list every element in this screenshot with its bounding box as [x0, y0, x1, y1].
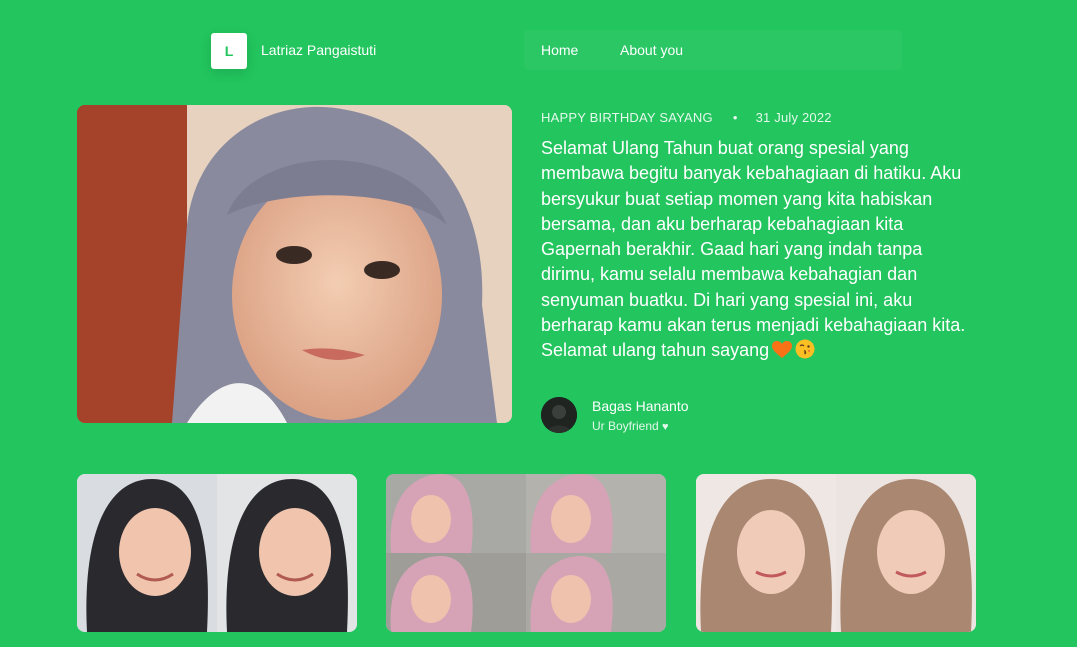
nav-link-about-you[interactable]: About you [620, 42, 683, 58]
post-date: 31 July 2022 [755, 110, 832, 125]
gallery-photo-2[interactable] [386, 474, 666, 632]
author-avatar [541, 397, 577, 433]
nav-link-home[interactable]: Home [541, 42, 578, 58]
main-nav: Home About you [524, 30, 902, 70]
author-role: Ur Boyfriend ♥ [592, 419, 669, 433]
logo-letter: L [224, 43, 234, 59]
gallery-photo-3[interactable] [696, 474, 976, 632]
face-blowing-kiss-icon [795, 339, 815, 366]
birthday-message: Selamat Ulang Tahun buat orang spesial y… [541, 136, 981, 367]
author-name: Bagas Hananto [592, 398, 689, 414]
brand-name[interactable]: Latriaz Pangaistuti [261, 42, 376, 58]
white-heart-icon: ♥ [662, 421, 669, 433]
featured-photo [77, 105, 512, 423]
site-header: L Latriaz Pangaistuti Home About you [0, 0, 1077, 100]
logo[interactable]: L [211, 33, 247, 69]
orange-heart-icon [772, 341, 793, 366]
post-meta: HAPPY BIRTHDAY SAYANG • 31 July 2022 [541, 110, 832, 125]
gallery-photo-1[interactable] [77, 474, 357, 632]
post-category: HAPPY BIRTHDAY SAYANG [541, 110, 713, 125]
meta-separator: • [732, 110, 738, 125]
message-text: Selamat Ulang Tahun buat orang spesial y… [541, 138, 966, 361]
